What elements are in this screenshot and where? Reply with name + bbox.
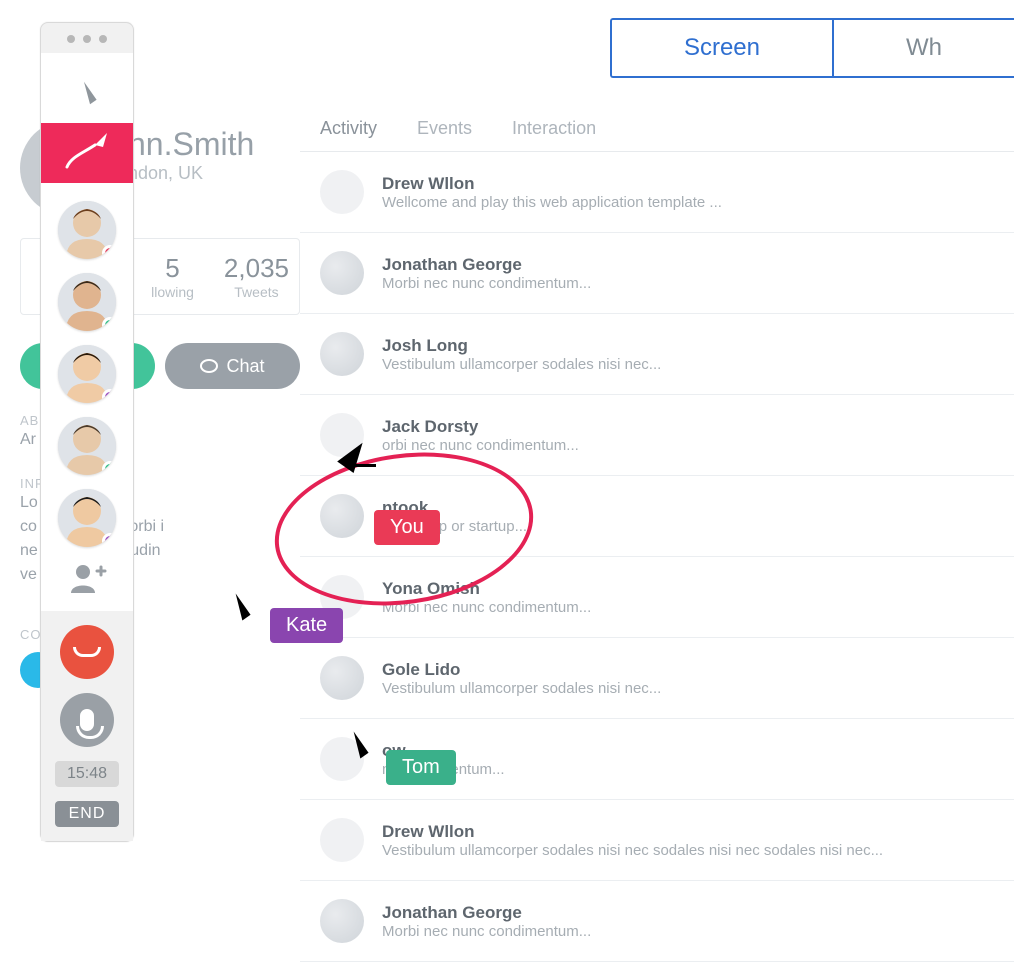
feed-item[interactable]: Drew WllonWellcome and play this web app… [300,152,1014,233]
chat-label: Chat [226,356,264,377]
status-dot-icon [102,245,116,259]
feed-avatar [320,170,364,214]
feed-name: Drew Wllon [382,174,722,194]
collab-panel: 15:48 END [40,22,134,842]
chat-icon [200,359,218,373]
participants-list [41,193,133,555]
pen-cursor-icon [344,440,384,480]
pointer-icon [77,82,96,105]
participant-avatar[interactable] [58,345,116,403]
tweets-count: 2,035 [224,253,289,284]
feed-item[interactable]: Jonathan GeorgeMorbi nec nunc condimentu… [300,881,1014,962]
status-dot-icon [102,389,116,403]
feed-text: Wellcome and play this web application t… [382,194,722,211]
profile-location: ndon, UK [128,163,254,184]
feed-item[interactable]: Gole LidoVestibulum ullamcorper sodales … [300,638,1014,719]
tweets-label: Tweets [224,284,289,300]
status-dot-icon [102,317,116,331]
mute-button[interactable] [60,693,114,747]
end-button[interactable]: END [55,801,119,827]
feed-avatar [320,332,364,376]
tab-other[interactable]: Wh [832,20,1014,76]
feed-name: Jonathan George [382,255,591,275]
phone-icon [73,647,101,657]
window-dot-icon [99,35,107,43]
draw-tool[interactable] [41,123,133,183]
tab-activity[interactable]: Activity [320,118,377,139]
participant-avatar[interactable] [58,489,116,547]
add-user-icon [67,559,107,599]
activity-tabs: Activity Events Interaction [300,110,1014,152]
profile-name: hn.Smith [128,126,254,163]
feed-avatar [320,656,364,700]
feed-item[interactable]: Drew WllonVestibulum ullamcorper sodales… [300,800,1014,881]
cursor-label-you: You [374,510,440,545]
pointer-tool[interactable] [41,63,133,123]
view-switch: Screen Wh [610,18,1014,78]
add-participant-button[interactable] [63,555,111,603]
feed-name: Gole Lido [382,660,661,680]
participant-avatar[interactable] [58,417,116,475]
following-count: 5 [151,253,194,284]
chat-button[interactable]: Chat [165,343,300,389]
feed-text: Vestibulum ullamcorper sodales nisi nec.… [382,680,661,697]
window-controls[interactable] [67,23,107,53]
feed-name: Jack Dorsty [382,417,579,437]
call-timer: 15:48 [55,761,119,787]
feed-avatar [320,899,364,943]
tab-events[interactable]: Events [417,118,472,139]
pen-icon [41,123,133,183]
feed-avatar [320,818,364,862]
feed-item[interactable]: Jonathan GeorgeMorbi nec nunc condimentu… [300,233,1014,314]
participant-avatar[interactable] [58,201,116,259]
feed-text: Morbi nec nunc condimentum... [382,275,591,292]
window-dot-icon [67,35,75,43]
feed-name: Josh Long [382,336,661,356]
status-dot-icon [102,533,116,547]
status-dot-icon [102,461,116,475]
feed-text: Vestibulum ullamcorper sodales nisi nec … [382,842,883,859]
feed-name: Drew Wllon [382,822,883,842]
cursor-label-tom: Tom [386,750,456,785]
feed-avatar [320,251,364,295]
tab-screen[interactable]: Screen [612,20,832,76]
feed-text: Vestibulum ullamcorper sodales nisi nec.… [382,356,661,373]
feed-item[interactable]: Josh LongVestibulum ullamcorper sodales … [300,314,1014,395]
hang-up-button[interactable] [60,625,114,679]
participant-avatar[interactable] [58,273,116,331]
window-dot-icon [83,35,91,43]
feed-text: orbi nec nunc condimentum... [382,437,579,454]
feed-text: Morbi nec nunc condimentum... [382,923,591,940]
feed-name: Jonathan George [382,903,591,923]
microphone-icon [80,709,94,731]
cursor-label-kate: Kate [270,608,343,643]
following-label: llowing [151,284,194,300]
tab-interaction[interactable]: Interaction [512,118,596,139]
